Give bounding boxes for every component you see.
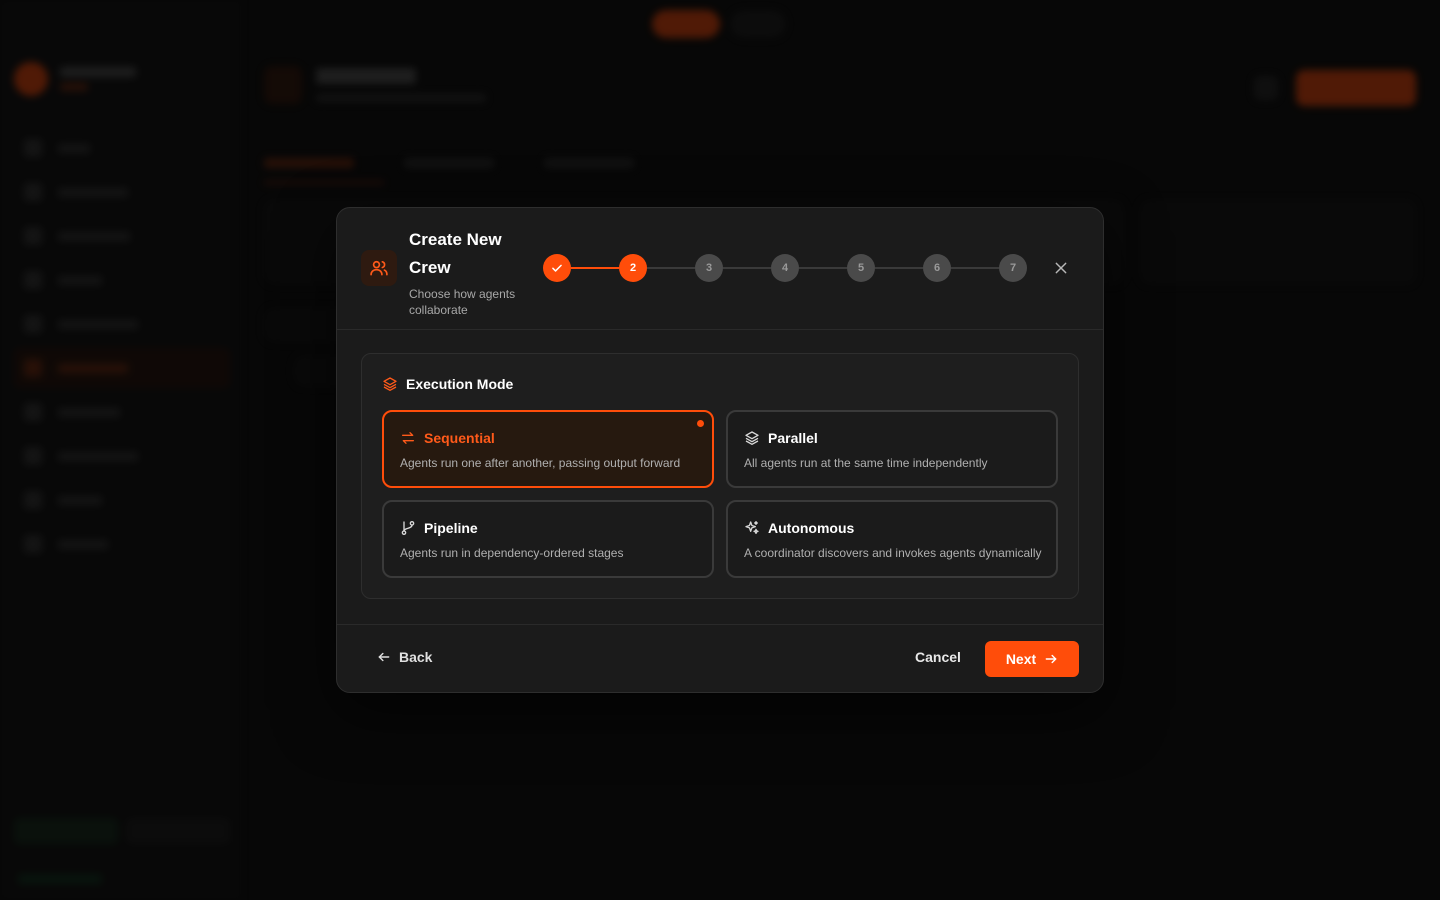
mode-option-label: Sequential xyxy=(424,430,495,446)
close-icon xyxy=(1055,262,1067,274)
mode-option-description: Agents run in dependency-ordered stages xyxy=(400,546,624,560)
create-crew-modal: Create New Crew Choose how agents collab… xyxy=(336,207,1104,693)
execution-mode-panel: Execution Mode Sequential Agents run one… xyxy=(361,353,1079,599)
sparkles-icon xyxy=(745,521,759,534)
mode-option-label: Pipeline xyxy=(424,520,478,536)
layers-icon xyxy=(745,431,759,445)
check-icon xyxy=(552,264,562,272)
close-button[interactable] xyxy=(1051,258,1071,278)
mode-option-description: Agents run one after another, passing ou… xyxy=(400,456,681,470)
mode-option-parallel[interactable]: Parallel All agents run at the same time… xyxy=(726,410,1058,488)
selected-indicator xyxy=(697,420,704,427)
step-connector xyxy=(723,267,771,269)
mode-option-label: Autonomous xyxy=(768,520,855,536)
layers-icon xyxy=(383,377,397,391)
git-branch-icon xyxy=(401,521,415,535)
swap-arrows-icon xyxy=(402,432,414,444)
step-connector xyxy=(951,267,999,269)
step-connector xyxy=(799,267,847,269)
mode-option-sequential[interactable]: Sequential Agents run one after another,… xyxy=(382,410,714,488)
cancel-button[interactable]: Cancel xyxy=(915,649,961,665)
modal-title: Create New Crew xyxy=(409,230,502,277)
back-button[interactable]: Back xyxy=(377,649,432,665)
execution-mode-heading: Execution Mode xyxy=(382,376,513,392)
next-label: Next xyxy=(1005,651,1037,667)
mode-option-autonomous[interactable]: Autonomous A coordinator discovers and i… xyxy=(726,500,1058,578)
modal-subtitle: Choose how agents collaborate xyxy=(409,287,516,317)
step-6: 6 xyxy=(923,254,951,282)
users-icon xyxy=(361,250,397,286)
execution-mode-title: Execution Mode xyxy=(406,376,514,392)
step-3: 3 xyxy=(695,254,723,282)
modal-header: Create New Crew Choose how agents collab… xyxy=(337,208,1103,330)
arrow-left-icon xyxy=(378,652,390,662)
mode-option-description: A coordinator discovers and invokes agen… xyxy=(744,546,1042,560)
mode-option-label: Parallel xyxy=(768,430,818,446)
step-connector xyxy=(571,267,619,269)
step-7: 7 xyxy=(999,254,1027,282)
step-1-completed[interactable] xyxy=(543,254,571,282)
step-2-current[interactable]: 2 xyxy=(619,254,647,282)
next-button[interactable]: Next xyxy=(985,641,1079,677)
arrow-right-icon xyxy=(1045,654,1057,664)
mode-option-pipeline[interactable]: Pipeline Agents run in dependency-ordere… xyxy=(382,500,714,578)
step-connector xyxy=(875,267,923,269)
modal-footer: Back Cancel Next xyxy=(337,624,1103,692)
step-5: 5 xyxy=(847,254,875,282)
wizard-stepper: 2 3 4 5 6 7 xyxy=(543,254,1027,282)
step-4: 4 xyxy=(771,254,799,282)
step-connector xyxy=(647,267,695,269)
mode-option-description: All agents run at the same time independ… xyxy=(744,456,988,470)
back-label: Back xyxy=(399,649,433,665)
